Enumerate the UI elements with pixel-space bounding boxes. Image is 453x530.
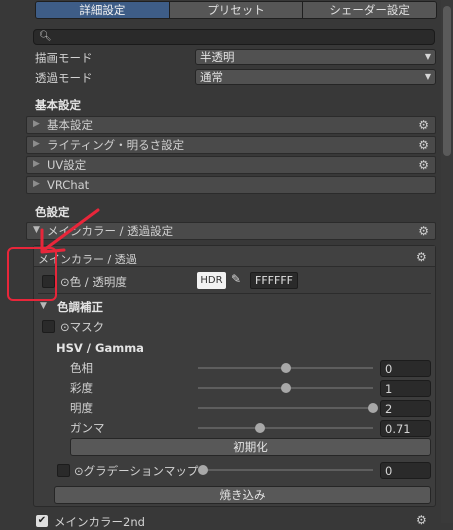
slider-knob[interactable] (280, 383, 291, 393)
transparent-mode-dropdown[interactable]: 通常 ▼ (195, 69, 436, 85)
triangle-right-icon: ▶ (33, 179, 40, 189)
gear-icon[interactable]: ⚙ (416, 513, 427, 527)
slider-value-field[interactable]: 0.71 (380, 420, 431, 437)
fold-label: 基本設定 (47, 118, 93, 132)
render-mode-label: 描画モード (35, 51, 93, 65)
search-input[interactable]: 🔍︎ (33, 29, 435, 45)
tab-shader-settings[interactable]: シェーダー設定 (303, 2, 436, 18)
main-color-2nd-label: メインカラー2nd (54, 515, 145, 529)
chevron-down-icon: ▼ (424, 72, 431, 81)
triangle-right-icon: ▶ (33, 119, 40, 129)
gear-icon[interactable]: ⚙ (418, 138, 429, 152)
gear-icon[interactable]: ⚙ (416, 250, 427, 264)
fold-label: UV設定 (47, 158, 87, 172)
fold-label: VRChat (47, 178, 90, 192)
triangle-down-icon[interactable]: ▼ (40, 301, 47, 311)
slider-value-field[interactable]: 2 (380, 400, 431, 417)
hdr-color-swatch[interactable]: HDR (197, 272, 226, 289)
slider-value-field[interactable]: 1 (380, 380, 431, 397)
scrollbar-thumb[interactable] (443, 6, 451, 156)
slider-value-field[interactable]: 0 (380, 360, 431, 377)
gradient-map-slider-track[interactable] (198, 469, 373, 471)
slider-label: 明度 (70, 401, 93, 415)
tab-presets[interactable]: プリセット (169, 2, 304, 18)
transparent-mode-label: 透過モード (35, 71, 93, 85)
divider (38, 293, 431, 294)
color-opacity-label: ⊙色 / 透明度 (60, 275, 127, 289)
slider-knob[interactable] (280, 363, 291, 373)
gradient-map-checkbox[interactable] (57, 464, 70, 477)
fold-lighting-settings[interactable]: ▶ ライティング・明るさ設定 ⚙ (26, 136, 436, 154)
mask-label: ⊙マスク (60, 320, 105, 334)
bake-button[interactable]: 焼き込み (54, 486, 431, 504)
render-mode-value: 半透明 (200, 50, 235, 64)
slider-knob[interactable] (368, 403, 378, 413)
tab-detail-settings[interactable]: 詳細設定 (36, 2, 170, 18)
fold-vrchat[interactable]: ▶ VRChat (26, 176, 436, 194)
render-mode-dropdown[interactable]: 半透明 ▼ (195, 49, 436, 65)
slider-label: 彩度 (70, 381, 93, 395)
slider-track[interactable] (198, 427, 373, 429)
hex-color-field[interactable]: FFFFFF (250, 272, 298, 289)
mask-checkbox[interactable] (42, 320, 55, 333)
search-icon: 🔍︎ (39, 31, 52, 42)
triangle-right-icon: ▶ (33, 159, 40, 169)
chevron-down-icon: ▼ (424, 52, 431, 61)
hsv-gamma-header: HSV / Gamma (56, 341, 144, 355)
fold-label: ライティング・明るさ設定 (47, 138, 185, 152)
eyedropper-icon[interactable]: ✎ (231, 272, 241, 286)
color-correction-header[interactable]: 色調補正 (57, 299, 103, 315)
basic-settings-header: 基本設定 (35, 98, 81, 112)
gear-icon[interactable]: ⚙ (418, 158, 429, 172)
slider-label: 色相 (70, 361, 93, 375)
slider-track[interactable] (198, 407, 373, 409)
fold-uv-settings[interactable]: ▶ UV設定 ⚙ (26, 156, 436, 174)
gradient-map-value-field[interactable]: 0 (380, 462, 431, 479)
reset-button[interactable]: 初期化 (70, 438, 431, 456)
gradient-map-label: ⊙グラデーションマップ (74, 464, 199, 478)
gear-icon[interactable]: ⚙ (418, 224, 429, 238)
slider-label: ガンマ (70, 421, 105, 435)
gear-icon[interactable]: ⚙ (418, 118, 429, 132)
tab-bar: 詳細設定 プリセット シェーダー設定 (35, 1, 437, 19)
fold-basic-settings[interactable]: ▶ 基本設定 ⚙ (26, 116, 436, 134)
gradient-map-slider-knob[interactable] (198, 465, 208, 475)
transparent-mode-value: 通常 (200, 70, 223, 84)
annotation-red-arrow (40, 208, 100, 254)
triangle-right-icon: ▶ (33, 139, 40, 149)
main-color-2nd-checkbox[interactable]: ✔ (36, 515, 48, 527)
